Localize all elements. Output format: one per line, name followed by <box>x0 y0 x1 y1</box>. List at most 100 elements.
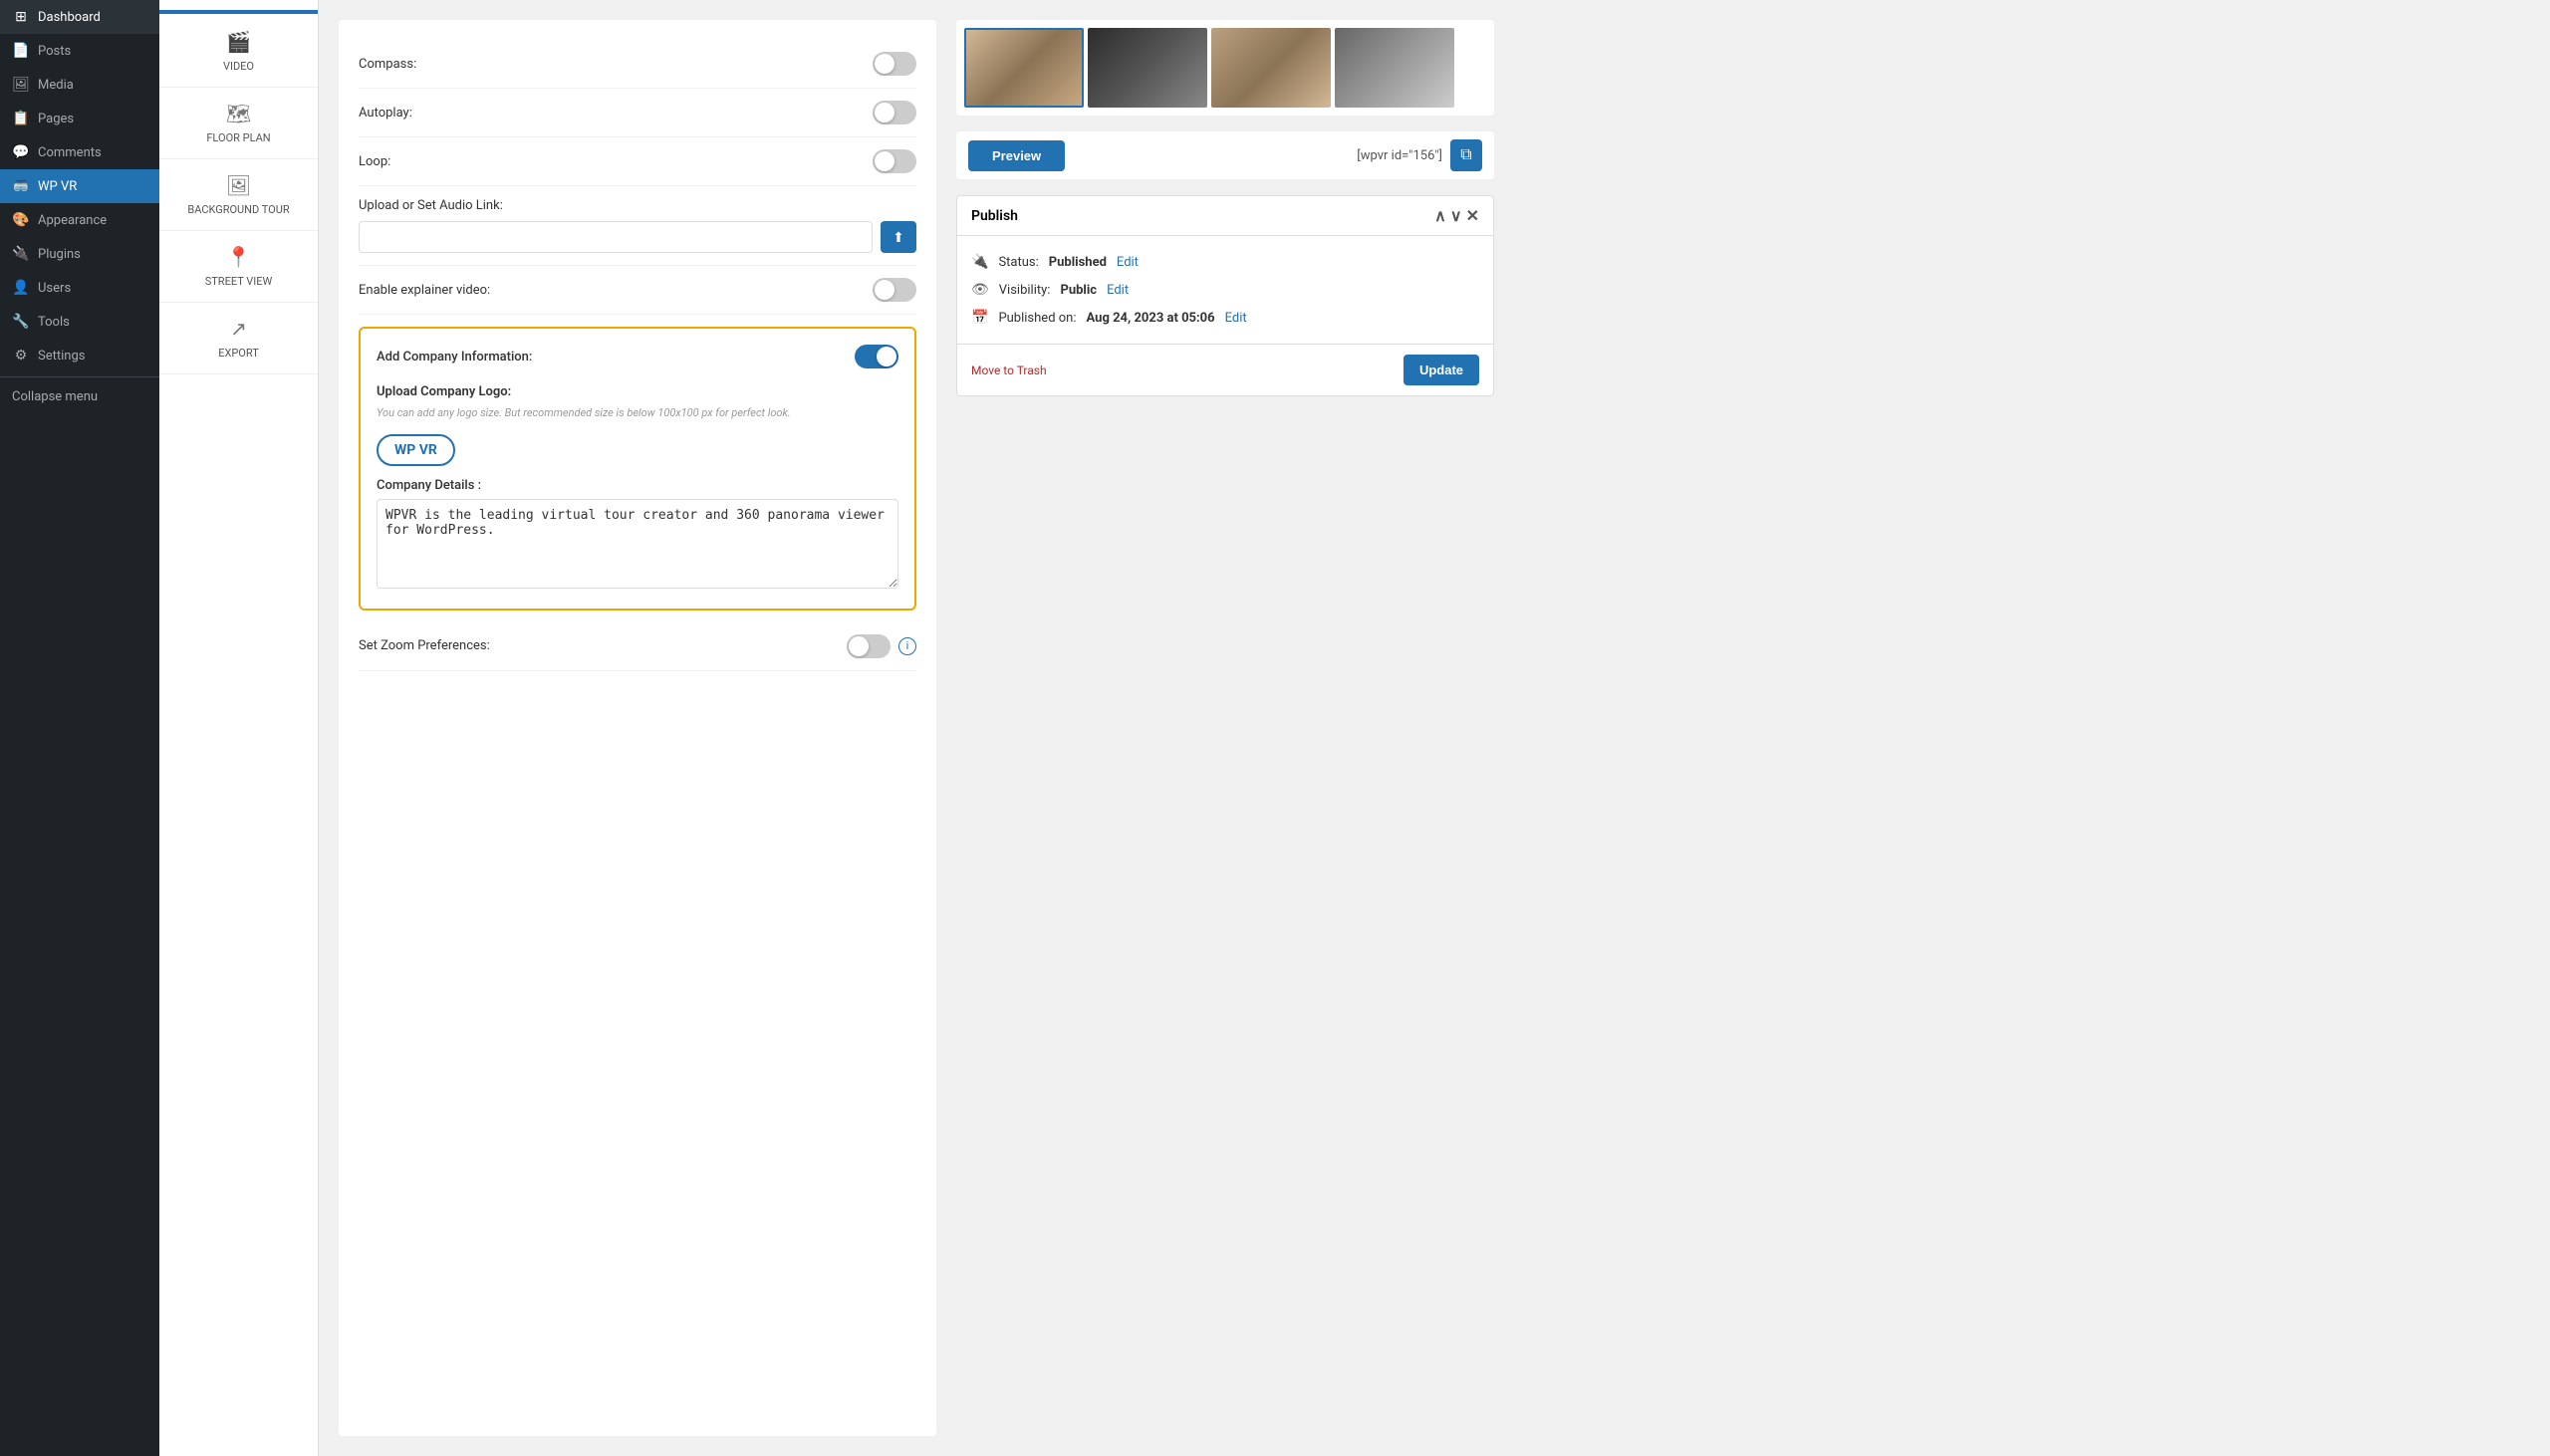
company-info-header: Add Company Information: <box>377 345 898 368</box>
tools-icon: 🔧 <box>12 313 30 331</box>
left-panel-item-background-tour[interactable]: 🖼 BACKGROUND TOUR <box>159 159 318 231</box>
left-panel-item-floorplan[interactable]: 🗺 FLOOR PLAN <box>159 88 318 159</box>
company-details-label: Company Details : <box>377 478 898 493</box>
company-details-section: Company Details : WPVR is the leading vi… <box>377 478 898 593</box>
loop-row: Loop: <box>359 137 916 186</box>
status-icon: 🔌 <box>971 254 988 270</box>
sidebar-item-dashboard[interactable]: ⊞ Dashboard <box>0 0 159 34</box>
gallery-thumb-4[interactable] <box>1335 28 1454 108</box>
explainer-video-toggle[interactable] <box>873 278 916 302</box>
wpvr-icon: 🥽 <box>12 177 30 195</box>
publish-body: 🔌 Status: Published Edit 👁 Visibility: P… <box>957 236 1493 344</box>
background-tour-icon: 🖼 <box>226 173 251 197</box>
explainer-video-label: Enable explainer video: <box>359 283 490 298</box>
posts-icon: 📄 <box>12 42 30 60</box>
move-to-trash-link[interactable]: Move to Trash <box>971 364 1047 377</box>
shortcode-display: [wpvr id="156"] ⧉ <box>1357 139 1482 171</box>
visibility-edit-link[interactable]: Edit <box>1107 283 1129 298</box>
loop-label: Loop: <box>359 154 390 169</box>
users-icon: 👤 <box>12 279 30 297</box>
floorplan-label: FLOOR PLAN <box>206 131 270 144</box>
gallery-thumb-1[interactable] <box>964 28 1084 108</box>
sidebar-item-tools[interactable]: 🔧 Tools <box>0 305 159 339</box>
compass-row: Compass: <box>359 40 916 89</box>
explainer-video-row: Enable explainer video: <box>359 266 916 315</box>
publish-header: Publish ∧ ∨ ✕ <box>957 196 1493 236</box>
publish-date-row: 📅 Published on: Aug 24, 2023 at 05:06 Ed… <box>971 304 1479 332</box>
copy-shortcode-button[interactable]: ⧉ <box>1450 139 1482 171</box>
published-value: Aug 24, 2023 at 05:06 <box>1087 311 1215 326</box>
street-view-icon: 📍 <box>226 245 251 269</box>
publish-close-icon[interactable]: ✕ <box>1466 206 1479 225</box>
left-panel-item-export[interactable]: ↗ EXPORT <box>159 303 318 374</box>
update-button[interactable]: Update <box>1403 355 1479 385</box>
sidebar-label-plugins: Plugins <box>38 247 81 262</box>
audio-input[interactable] <box>359 221 873 253</box>
image-gallery <box>956 20 1494 116</box>
publish-status-row: 🔌 Status: Published Edit <box>971 248 1479 276</box>
dashboard-icon: ⊞ <box>12 8 30 26</box>
publish-collapse-down[interactable]: ∨ <box>1450 206 1462 225</box>
sidebar-item-posts[interactable]: 📄 Posts <box>0 34 159 68</box>
admin-sidebar: ⊞ Dashboard 📄 Posts 🖼 Media 📋 Pages 💬 Co… <box>0 0 159 1456</box>
compass-label: Compass: <box>359 57 416 72</box>
published-edit-link[interactable]: Edit <box>1225 311 1247 326</box>
upload-logo-section: Upload Company Logo: You can add any log… <box>377 384 898 466</box>
zoom-label: Set Zoom Preferences: <box>359 638 490 653</box>
sidebar-label-settings: Settings <box>38 349 85 364</box>
autoplay-label: Autoplay: <box>359 106 412 121</box>
right-panel: Preview [wpvr id="156"] ⧉ Publish ∧ ∨ ✕ <box>956 20 1494 1436</box>
sidebar-item-comments[interactable]: 💬 Comments <box>0 135 159 169</box>
status-edit-link[interactable]: Edit <box>1117 255 1139 270</box>
video-icon: 🎬 <box>226 30 251 54</box>
plugins-icon: 🔌 <box>12 245 30 263</box>
logo-badge-text: WP VR <box>394 442 437 458</box>
publish-panel: Publish ∧ ∨ ✕ 🔌 Status: Published Edit <box>956 195 1494 396</box>
autoplay-toggle[interactable] <box>873 101 916 124</box>
visibility-value: Public <box>1060 283 1097 298</box>
company-details-textarea[interactable]: WPVR is the leading virtual tour creator… <box>377 499 898 589</box>
preview-bar: Preview [wpvr id="156"] ⧉ <box>956 131 1494 179</box>
publish-collapse-up[interactable]: ∧ <box>1434 206 1446 225</box>
video-label: VIDEO <box>223 60 254 73</box>
audio-upload-button[interactable]: ⬆ <box>881 221 916 253</box>
collapse-menu[interactable]: Collapse menu <box>0 381 159 412</box>
gallery-thumb-2[interactable] <box>1088 28 1207 108</box>
comments-icon: 💬 <box>12 143 30 161</box>
sidebar-label-pages: Pages <box>38 112 74 126</box>
publish-footer: Move to Trash Update <box>957 344 1493 395</box>
compass-toggle[interactable] <box>873 52 916 76</box>
sidebar-label-tools: Tools <box>38 315 70 330</box>
sidebar-label-wpvr: WP VR <box>38 179 77 194</box>
sidebar-item-users[interactable]: 👤 Users <box>0 271 159 305</box>
sidebar-item-settings[interactable]: ⚙ Settings <box>0 339 159 372</box>
sidebar-item-plugins[interactable]: 🔌 Plugins <box>0 237 159 271</box>
sidebar-label-users: Users <box>38 281 71 296</box>
visibility-label: Visibility: <box>999 283 1051 298</box>
gallery-thumb-3[interactable] <box>1211 28 1331 108</box>
street-view-label: STREET VIEW <box>205 275 273 288</box>
progress-bar <box>159 10 318 14</box>
preview-button[interactable]: Preview <box>968 140 1065 171</box>
export-icon: ↗ <box>230 317 247 341</box>
left-panel-item-street-view[interactable]: 📍 STREET VIEW <box>159 231 318 303</box>
zoom-toggle[interactable] <box>847 634 891 658</box>
published-label: Published on: <box>998 311 1076 326</box>
logo-preview: WP VR <box>377 434 898 466</box>
left-panel-item-video[interactable]: 🎬 VIDEO <box>159 16 318 88</box>
sidebar-label-media: Media <box>38 78 74 93</box>
sidebar-item-pages[interactable]: 📋 Pages <box>0 102 159 135</box>
sidebar-item-wpvr[interactable]: 🥽 WP VR <box>0 169 159 203</box>
zoom-info-icon[interactable]: i <box>898 637 916 655</box>
sidebar-label-dashboard: Dashboard <box>38 10 101 25</box>
sidebar-item-appearance[interactable]: 🎨 Appearance <box>0 203 159 237</box>
background-tour-label: BACKGROUND TOUR <box>187 203 289 216</box>
autoplay-row: Autoplay: <box>359 89 916 137</box>
company-info-toggle[interactable] <box>855 345 898 368</box>
status-value: Published <box>1049 255 1107 270</box>
loop-toggle[interactable] <box>873 149 916 173</box>
visibility-icon: 👁 <box>971 282 989 298</box>
media-icon: 🖼 <box>12 76 30 94</box>
center-panel: Compass: Autoplay: Loop: Upload or Set A… <box>339 20 936 1436</box>
sidebar-item-media[interactable]: 🖼 Media <box>0 68 159 102</box>
